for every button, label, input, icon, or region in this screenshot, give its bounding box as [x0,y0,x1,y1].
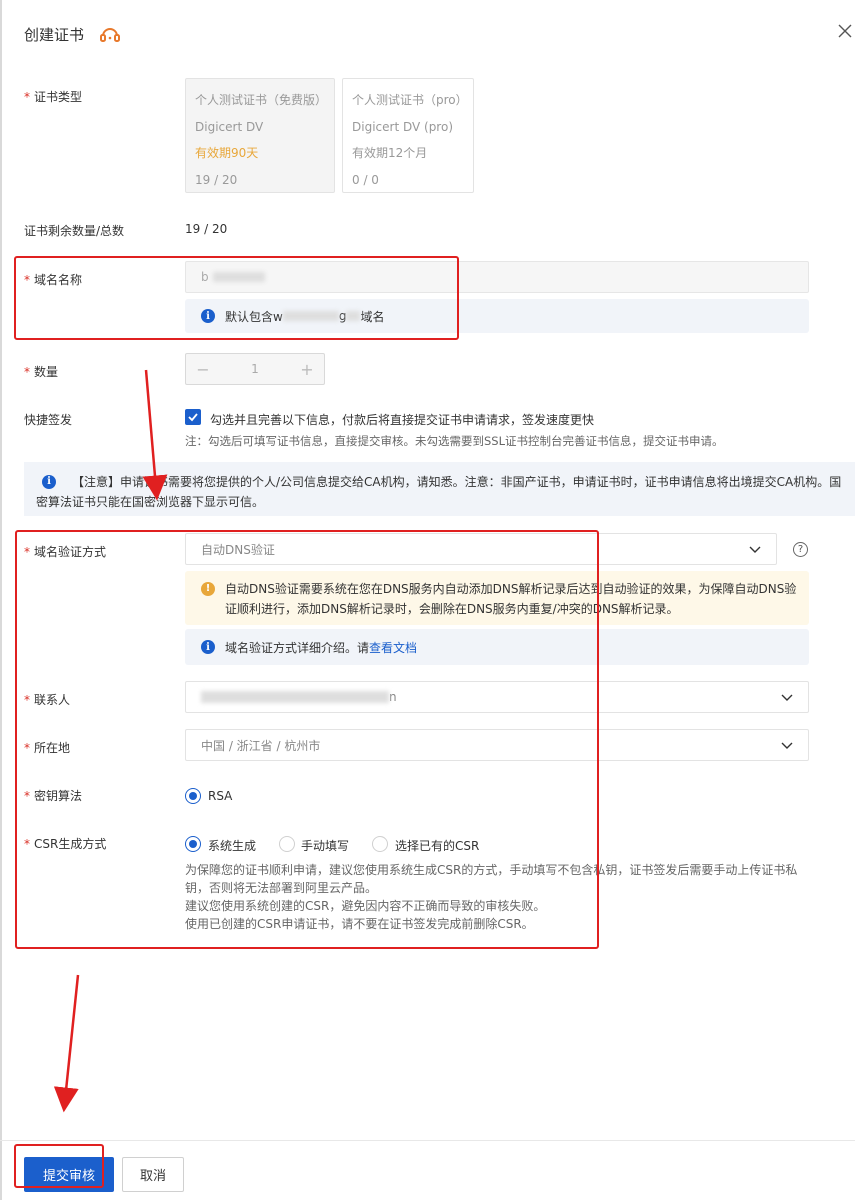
check-icon [188,413,198,422]
quick-sign-checkbox[interactable] [185,409,201,425]
quantity-value[interactable]: 1 [220,362,290,376]
chevron-down-icon [749,546,761,553]
notice-line1: 【注意】申请证书需要将您提供的个人/公司信息提交给CA机构，请知悉。注意：非国产… [72,475,842,489]
annotation-box-submit [14,1144,104,1188]
notice-banner: i 【注意】申请证书需要将您提供的个人/公司信息提交给CA机构，请知悉。注意：非… [24,462,855,516]
cert-card-count: 0 / 0 [352,172,379,187]
cert-card-validity: 有效期90天 [195,146,259,160]
cert-card-validity: 有效期12个月 [352,146,428,160]
cert-card-pro[interactable]: 个人测试证书（pro） Digicert DV (pro) 有效期12个月 0 … [342,78,474,193]
quick-sign-label: 快捷签发 [24,413,73,427]
required-mark: * [24,365,30,379]
cert-card-free[interactable]: 个人测试证书（免费版） Digicert DV 有效期90天 19 / 20 [185,78,335,193]
page-title: 创建证书 [24,26,85,44]
footer-divider [0,1140,855,1141]
headset-icon[interactable] [98,23,122,47]
cert-card-name: 个人测试证书（pro） [352,93,464,107]
annotation-box-form [15,530,599,949]
quick-sign-note: 注：勾选后可填写证书信息，直接提交审核。未勾选需要到SSL证书控制台完善证书信息… [185,434,724,448]
quick-sign-text: 勾选并且完善以下信息，付款后将直接提交证书申请请求，签发速度更快 [210,413,595,427]
chevron-down-icon [781,694,793,701]
quantity-stepper[interactable]: − 1 + [185,353,325,385]
quantity-label: * 数量 [24,365,59,379]
cert-type-label: * 证书类型 [24,90,83,104]
minus-button[interactable]: − [186,360,220,379]
plus-button[interactable]: + [290,360,324,379]
remaining-label: 证书剩余数量/总数 [24,224,125,238]
required-mark: * [24,90,30,104]
cancel-button[interactable]: 取消 [122,1157,184,1192]
remaining-value: 19 / 20 [185,222,228,236]
close-icon[interactable] [838,24,855,46]
cert-card-brand: Digicert DV (pro) [352,119,454,134]
notice-line2: 密算法证书只能在国密浏览器下显示可信。 [36,495,265,509]
left-edge [0,0,2,1200]
help-icon[interactable]: ? [793,542,808,557]
cert-card-brand: Digicert DV [195,119,264,134]
cert-card-count: 19 / 20 [195,172,238,187]
info-icon: i [42,475,56,489]
cert-card-name: 个人测试证书（免费版） [195,93,325,107]
annotation-box-domain [14,256,459,340]
chevron-down-icon [781,742,793,749]
